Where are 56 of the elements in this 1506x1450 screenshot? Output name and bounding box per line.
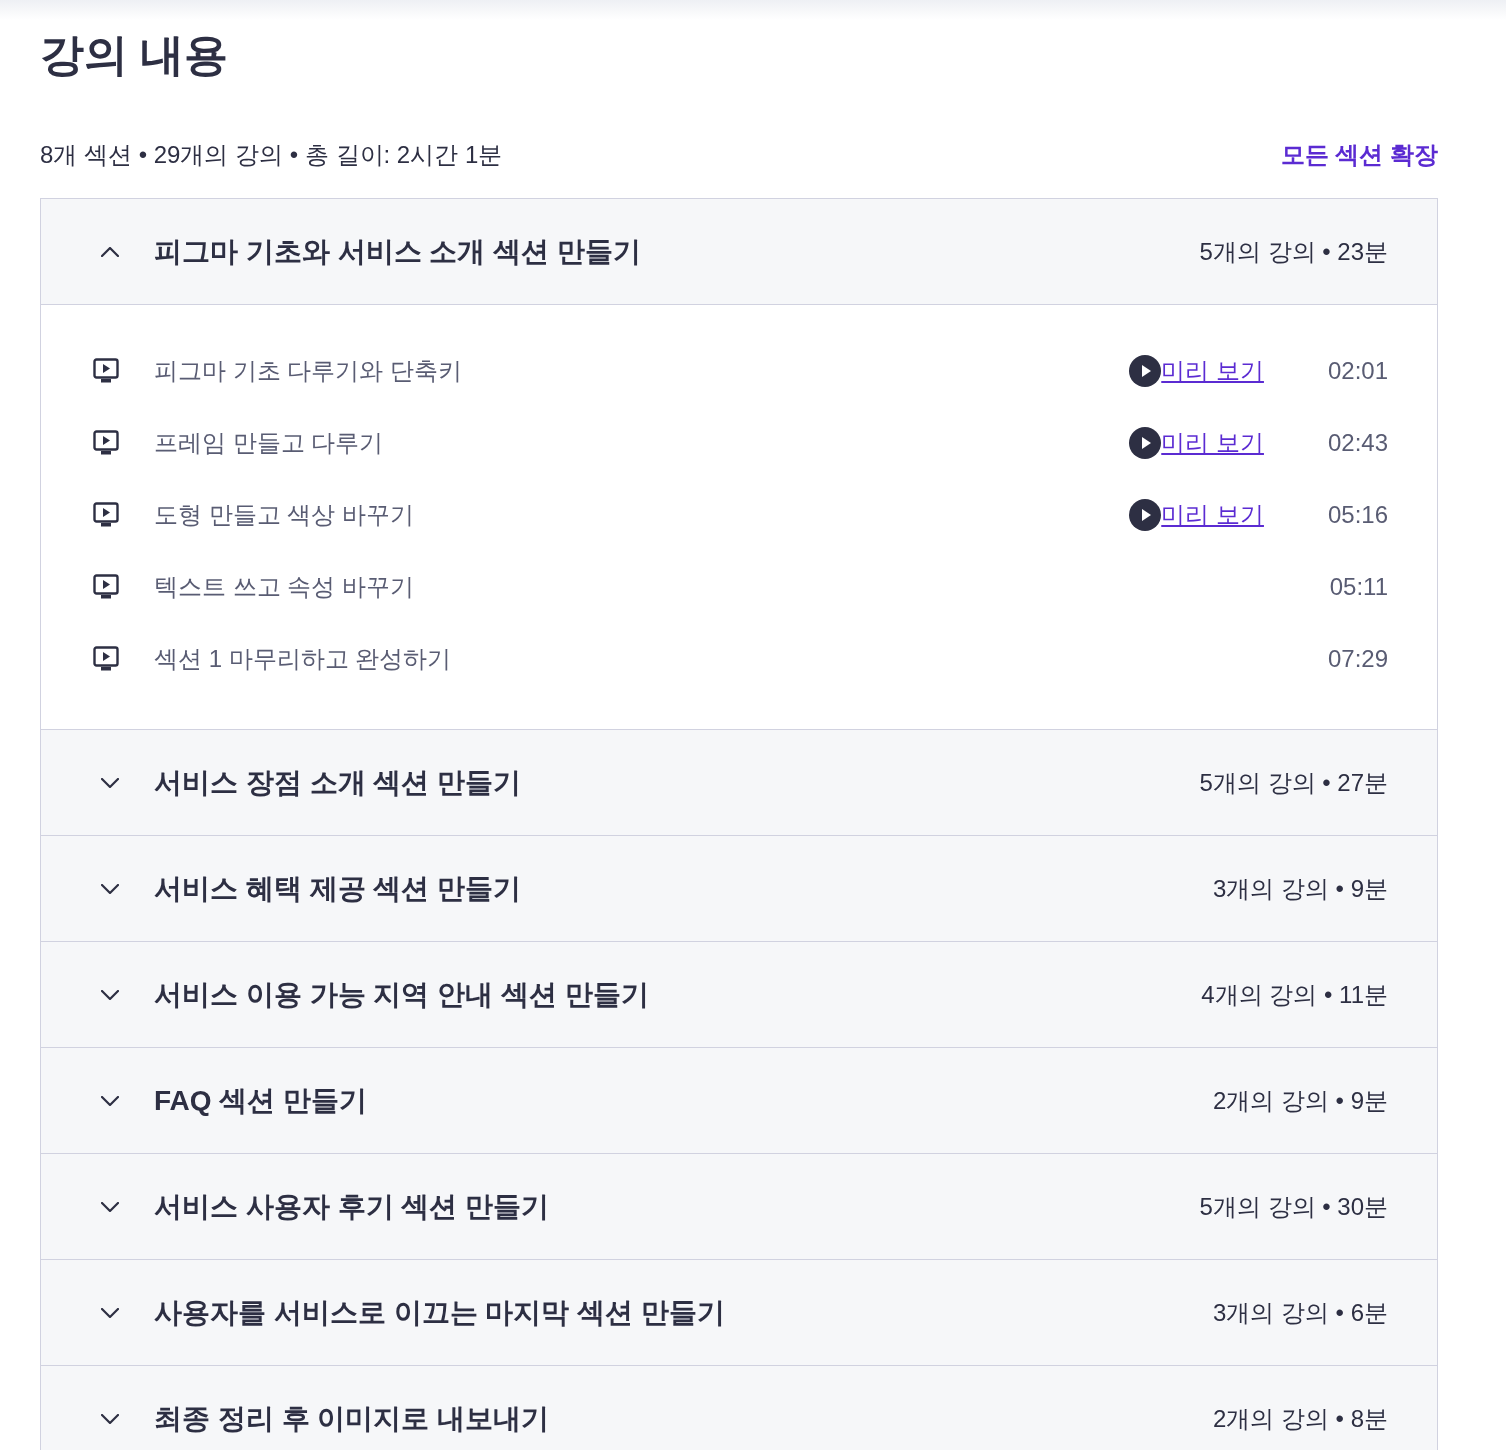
video-icon (93, 646, 119, 672)
lecture-duration: 05:11 (1329, 572, 1388, 602)
section-title: 서비스 혜택 제공 섹션 만들기 (154, 871, 523, 906)
lecture-title: 피그마 기초 다루기와 단축키 (154, 356, 463, 386)
lecture-title: 텍스트 쓰고 속성 바꾸기 (154, 572, 415, 602)
section-header[interactable]: 서비스 이용 가능 지역 안내 섹션 만들기 4개의 강의 • 11분 (41, 942, 1437, 1047)
section-meta: 5개의 강의 • 23분 (1199, 236, 1388, 267)
video-icon (93, 574, 119, 600)
lecture-title: 섹션 1 마무리하고 완성하기 (154, 644, 453, 674)
section-title: 서비스 이용 가능 지역 안내 섹션 만들기 (154, 977, 650, 1012)
section-meta: 3개의 강의 • 9분 (1212, 873, 1388, 904)
lecture-duration: 05:16 (1327, 500, 1388, 530)
chevron-down-icon[interactable] (101, 1095, 119, 1106)
section-header[interactable]: FAQ 섹션 만들기 2개의 강의 • 9분 (41, 1048, 1437, 1153)
chevron-down-icon[interactable] (101, 883, 119, 894)
preview-link[interactable]: 미리 보기 (1161, 499, 1264, 531)
section-title: 사용자를 서비스로 이끄는 마지막 섹션 만들기 (154, 1295, 726, 1330)
section-title: 최종 정리 후 이미지로 내보내기 (154, 1401, 551, 1436)
section-meta: 5개의 강의 • 27분 (1199, 767, 1388, 798)
video-icon (93, 430, 119, 456)
lecture-duration: 02:43 (1327, 428, 1388, 458)
lecture-duration: 02:01 (1327, 356, 1388, 386)
video-icon (93, 502, 119, 528)
chevron-down-icon[interactable] (101, 1307, 119, 1318)
section-title: 서비스 장점 소개 섹션 만들기 (154, 765, 523, 800)
section-title: FAQ 섹션 만들기 (154, 1083, 369, 1118)
section-title: 피그마 기초와 서비스 소개 섹션 만들기 (154, 234, 642, 269)
video-icon (93, 358, 119, 384)
chevron-down-icon[interactable] (101, 777, 119, 788)
section-meta: 5개의 강의 • 30분 (1199, 1191, 1388, 1222)
section-meta: 2개의 강의 • 9분 (1212, 1085, 1388, 1116)
section-meta: 3개의 강의 • 6분 (1212, 1297, 1388, 1328)
preview-link[interactable]: 미리 보기 (1161, 355, 1264, 387)
chevron-down-icon[interactable] (101, 1201, 119, 1212)
chevron-up-icon[interactable] (101, 246, 119, 257)
section-meta: 2개의 강의 • 8분 (1212, 1403, 1388, 1434)
chevron-down-icon[interactable] (101, 1413, 119, 1424)
section-title: 서비스 사용자 후기 섹션 만들기 (154, 1189, 551, 1224)
section-header[interactable]: 피그마 기초와 서비스 소개 섹션 만들기 5개의 강의 • 23분 (41, 199, 1437, 304)
play-icon[interactable] (1129, 427, 1162, 459)
expand-all-link[interactable]: 모든 섹션 확장 (1280, 139, 1438, 171)
lecture-title: 프레임 만들고 다루기 (154, 428, 385, 458)
section-meta: 4개의 강의 • 11분 (1201, 979, 1388, 1010)
section-header[interactable]: 서비스 장점 소개 섹션 만들기 5개의 강의 • 27분 (41, 730, 1437, 835)
section-header[interactable]: 서비스 혜택 제공 섹션 만들기 3개의 강의 • 9분 (41, 836, 1437, 941)
section-header[interactable]: 서비스 사용자 후기 섹션 만들기 5개의 강의 • 30분 (41, 1154, 1437, 1259)
course-summary: 8개 섹션 • 29개의 강의 • 총 길이: 2시간 1분 (40, 140, 503, 170)
lecture-title: 도형 만들고 색상 바꾸기 (154, 500, 415, 530)
play-icon[interactable] (1129, 355, 1162, 387)
chevron-down-icon[interactable] (101, 989, 119, 1000)
lecture-duration: 07:29 (1327, 644, 1388, 674)
section-header[interactable]: 사용자를 서비스로 이끄는 마지막 섹션 만들기 3개의 강의 • 6분 (41, 1260, 1437, 1365)
page-heading: 강의 내용 (40, 29, 230, 81)
preview-link[interactable]: 미리 보기 (1161, 427, 1264, 459)
section-header[interactable]: 최종 정리 후 이미지로 내보내기 2개의 강의 • 8분 (41, 1366, 1437, 1450)
play-icon[interactable] (1129, 499, 1162, 531)
